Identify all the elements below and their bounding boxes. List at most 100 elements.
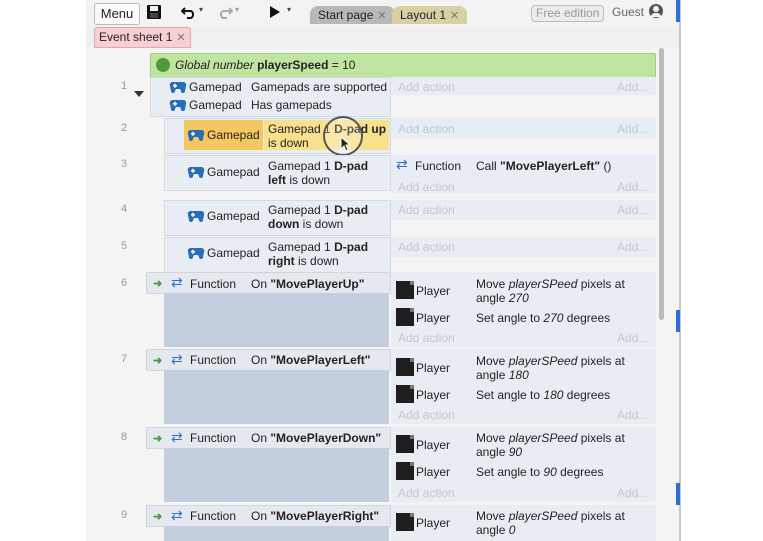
action-text[interactable]: Set angle to 270 degrees: [476, 311, 610, 325]
action-part: angle: [476, 368, 506, 382]
add-action-link[interactable]: Add action: [398, 486, 455, 500]
collapse-icon[interactable]: [134, 91, 144, 97]
action-text[interactable]: Set angle to 180 degrees: [476, 388, 610, 402]
action-part: Set angle to: [476, 465, 541, 479]
action-param: 270: [543, 311, 564, 325]
add-action-menu[interactable]: Add...: [617, 240, 648, 254]
condition-text[interactable]: Gamepad 1 D-pad left is down: [268, 159, 388, 187]
action-part: pixels at: [580, 431, 625, 445]
action-part: angle: [476, 445, 506, 459]
event-number: 7: [120, 353, 128, 365]
condition-part: On: [251, 431, 268, 445]
action-param: 90: [508, 445, 523, 459]
add-action-link[interactable]: Add action: [398, 80, 455, 94]
player-sprite-icon: [396, 385, 414, 403]
condition-text[interactable]: Has gamepads: [251, 98, 332, 112]
condition-object: Gamepad: [207, 246, 260, 260]
action-param: 180: [543, 388, 564, 402]
menu-button[interactable]: Menu: [94, 3, 140, 25]
event-number: 6: [120, 277, 128, 289]
close-icon[interactable]: ✕: [377, 10, 386, 22]
action-part: Move: [476, 431, 506, 445]
condition-part: is down: [268, 136, 309, 150]
action-param: 90: [543, 465, 557, 479]
action-part: Move: [476, 277, 506, 291]
chevron-down-icon[interactable]: ▾: [199, 5, 203, 14]
function-name: "MovePlayerDown": [270, 431, 382, 445]
function-icon: ⇄: [171, 274, 183, 290]
undo-icon[interactable]: [181, 5, 197, 19]
gamepad-icon: [169, 100, 187, 111]
player-sprite-icon: [396, 435, 414, 453]
action-text[interactable]: Set angle to 90 degrees: [476, 465, 603, 479]
action-part: angle: [476, 523, 506, 537]
add-action-link[interactable]: Add action: [398, 203, 455, 217]
action-object: Player: [416, 284, 451, 298]
condition-object: Gamepad: [207, 165, 260, 179]
condition-param: right: [268, 254, 295, 268]
condition-param: D-pad: [334, 203, 369, 217]
action-param: playerSPeed: [508, 354, 578, 368]
chevron-down-icon[interactable]: ▾: [287, 5, 291, 14]
function-body-placeholder: [164, 370, 389, 424]
redo-icon[interactable]: [217, 5, 233, 19]
window-edge: [679, 0, 681, 541]
tab-event-sheet-1[interactable]: Event sheet 1 ✕: [94, 27, 191, 48]
add-action-link[interactable]: Add action: [398, 408, 455, 422]
add-action-link[interactable]: Add action: [398, 240, 455, 254]
condition-part: Gamepad 1: [268, 159, 331, 173]
action-text[interactable]: Move playerSPeed pixels at angle 180: [476, 354, 656, 382]
action-part: degrees: [566, 388, 611, 402]
user-label[interactable]: Guest: [612, 5, 644, 19]
tab-start-page[interactable]: Start page ✕: [310, 6, 395, 24]
action-object: Player: [416, 388, 451, 402]
free-edition-badge[interactable]: Free edition: [531, 5, 605, 22]
condition-text[interactable]: On "MovePlayerLeft": [251, 353, 370, 367]
action-text[interactable]: Move playerSPeed pixels at angle 0: [476, 509, 656, 537]
add-action-menu[interactable]: Add...: [617, 80, 648, 94]
add-action-menu[interactable]: Add...: [617, 122, 648, 136]
action-part: degrees: [566, 311, 611, 325]
add-action-menu[interactable]: Add...: [617, 203, 648, 217]
action-text[interactable]: Move playerSPeed pixels at angle 270: [476, 277, 656, 305]
save-icon[interactable]: [146, 4, 162, 20]
action-text[interactable]: Move playerSPeed pixels at angle 90: [476, 431, 656, 459]
function-body-placeholder: [164, 293, 389, 347]
close-icon[interactable]: ✕: [176, 32, 185, 44]
tab-layout-1[interactable]: Layout 1 ✕: [392, 6, 468, 24]
function-body-placeholder: [164, 448, 389, 502]
add-action-menu[interactable]: Add...: [617, 486, 648, 500]
action-part: pixels at: [580, 277, 625, 291]
condition-object: Function: [190, 277, 237, 291]
action-part: pixels at: [580, 354, 625, 368]
add-action-link[interactable]: Add action: [398, 122, 455, 136]
condition-part: Gamepad 1: [268, 122, 331, 136]
chevron-down-icon[interactable]: ▾: [235, 5, 239, 14]
action-text[interactable]: Call "MovePlayerLeft" (): [476, 159, 611, 173]
function-icon: ⇄: [171, 351, 183, 367]
add-action-menu[interactable]: Add...: [617, 331, 648, 345]
action-object: Player: [416, 311, 451, 325]
condition-text[interactable]: On "MovePlayerDown": [251, 431, 381, 445]
add-action-menu[interactable]: Add...: [617, 408, 648, 422]
close-icon[interactable]: ✕: [450, 10, 459, 22]
action-part: (): [603, 159, 612, 173]
condition-part: Gamepad 1: [268, 203, 331, 217]
add-action-link[interactable]: Add action: [398, 180, 455, 194]
add-action-menu[interactable]: Add...: [617, 180, 648, 194]
condition-text[interactable]: Gamepads are supported: [251, 80, 387, 94]
add-action-link[interactable]: Add action: [398, 331, 455, 345]
global-variable-row[interactable]: Global number playerSpeed = 10: [150, 53, 656, 78]
player-sprite-icon: [396, 281, 414, 299]
condition-text[interactable]: On "MovePlayerRight": [251, 509, 379, 523]
action-part: angle: [476, 291, 506, 305]
condition-text[interactable]: On "MovePlayerUp": [251, 277, 364, 291]
action-object: Player: [416, 465, 451, 479]
condition-text[interactable]: Gamepad 1 D-pad right is down: [268, 240, 388, 268]
event-number: 3: [120, 158, 128, 170]
condition-object: Function: [190, 509, 237, 523]
user-icon[interactable]: [649, 4, 663, 18]
play-icon[interactable]: [269, 5, 281, 19]
scrollbar[interactable]: [659, 48, 664, 320]
condition-text[interactable]: Gamepad 1 D-pad down is down: [268, 203, 388, 231]
